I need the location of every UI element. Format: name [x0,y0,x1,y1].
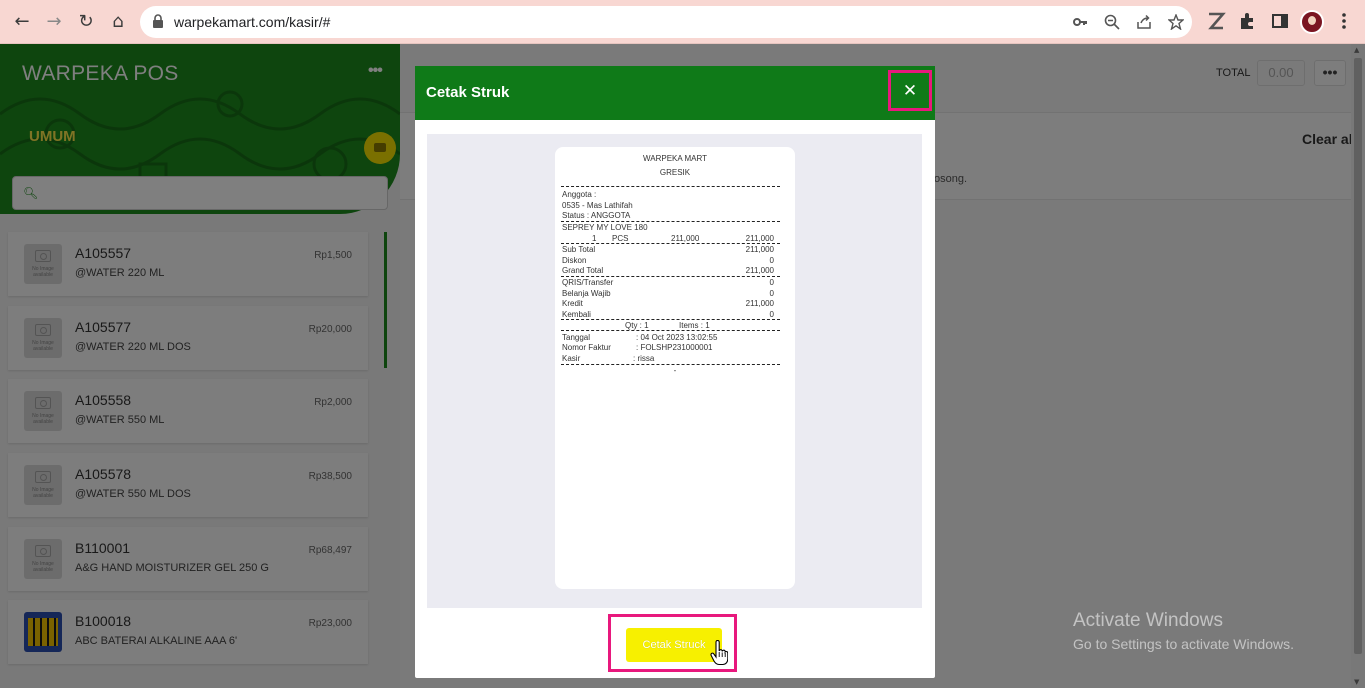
receipt-row: Status : ANGGOTA [562,211,774,221]
invoice-value: : FOLSHP231000001 [636,343,713,352]
extension-z-icon[interactable] [1206,11,1226,31]
hand-cursor-icon [710,640,728,666]
receipt-row: Nomor Faktur : FOLSHP231000001 [562,343,774,353]
cashier-value: : rissa [633,354,655,363]
items-summary: Items : 1 [679,321,710,330]
mandatory-purchase-value: 0 [769,289,774,298]
receipt-row: Sub Total 211,000 [562,245,774,255]
side-panel-icon[interactable] [1270,11,1290,31]
home-icon[interactable]: ⌂ [106,10,130,34]
receipt-row: 0535 - Mas Lathifah [562,201,774,211]
modal-header: Cetak Struk ✕ [415,66,935,120]
date-label: Tanggal [562,333,591,342]
watermark-subtitle: Go to Settings to activate Windows. [1073,636,1294,652]
receipt-divider [561,186,780,187]
kebab-menu-icon[interactable] [1334,11,1354,31]
reload-icon[interactable]: ↻ [74,10,98,34]
member-status: Status : ANGGOTA [562,211,631,220]
watermark-title: Activate Windows [1073,610,1223,631]
bookmark-star-icon[interactable] [1168,14,1184,30]
receipt-row: SEPREY MY LOVE 180 [562,223,774,233]
share-icon[interactable] [1136,14,1152,30]
item-price: 211,000 [671,234,700,243]
receipt-row: Anggota : [562,190,774,200]
member-label: Anggota : [562,190,597,199]
cashier-label: Kasir [562,354,581,363]
receipt-divider [561,243,780,244]
item-qty: 1 [592,234,597,243]
subtotal-label: Sub Total [562,245,596,254]
forward-icon[interactable]: → [42,10,66,34]
credit-label: Kredit [562,299,583,308]
receipt-store: WARPEKA MART [642,154,707,163]
receipt-row: Belanja Wajib 0 [562,289,774,299]
item-unit: PCS [612,234,629,243]
receipt-divider [561,364,780,365]
receipt-row: Diskon 0 [562,256,774,266]
print-receipt-button[interactable]: Cetak Struck [626,628,722,662]
receipt-row: Tanggal : 04 Oct 2023 13:02:55 [562,333,774,343]
receipt-divider [561,221,780,222]
print-receipt-modal: Cetak Struk ✕ WARPEKA MART GRESIK Anggot… [415,66,935,678]
item-name: SEPREY MY LOVE 180 [562,223,648,232]
member-value: 0535 - Mas Lathifah [562,201,633,210]
receipt-divider [561,319,780,320]
url-text: warpekamart.com/kasir/# [174,14,331,30]
discount-value: 0 [769,256,774,265]
receipt-divider [561,330,780,331]
credit-value: 211,000 [745,299,774,308]
subtotal-value: 211,000 [745,245,774,254]
receipt-city: GRESIK [659,168,691,177]
receipt-row: Grand Total 211,000 [562,266,774,276]
puzzle-icon[interactable] [1238,11,1258,31]
receipt-row: Kasir : rissa [562,354,774,364]
change-label: Kembali [562,310,591,319]
mandatory-purchase-label: Belanja Wajib [562,289,611,298]
receipt-footer-mark: - [673,366,677,375]
item-total: 211,000 [745,234,774,243]
modal-title: Cetak Struk [426,84,510,101]
receipt-row: Kredit 211,000 [562,299,774,309]
profile-avatar[interactable] [1300,10,1324,34]
zoom-icon[interactable] [1104,14,1120,30]
grand-total-value: 211,000 [745,266,774,275]
discount-label: Diskon [562,256,587,265]
qris-label: QRIS/Transfer [562,278,614,287]
address-bar[interactable]: warpekamart.com/kasir/# [140,6,1192,38]
browser-toolbar: ← → ↻ ⌂ warpekamart.com/kasir/# [0,0,1365,44]
lock-icon [153,14,163,28]
qris-value: 0 [769,278,774,287]
change-value: 0 [769,310,774,319]
grand-total-label: Grand Total [562,266,604,275]
invoice-label: Nomor Faktur [562,343,611,352]
close-icon[interactable]: ✕ [897,78,923,104]
receipt-row: QRIS/Transfer 0 [562,278,774,288]
receipt-preview-area: WARPEKA MART GRESIK Anggota : 0535 - Mas… [427,134,922,608]
date-value: : 04 Oct 2023 13:02:55 [636,333,718,342]
key-icon[interactable] [1072,14,1088,30]
windows-activation-watermark: Activate Windows Go to Settings to activ… [1073,610,1294,652]
receipt-divider [561,276,780,277]
qty-summary: Qty : 1 [625,321,649,330]
receipt-paper: WARPEKA MART GRESIK Anggota : 0535 - Mas… [555,147,795,589]
back-icon[interactable]: ← [10,10,34,34]
